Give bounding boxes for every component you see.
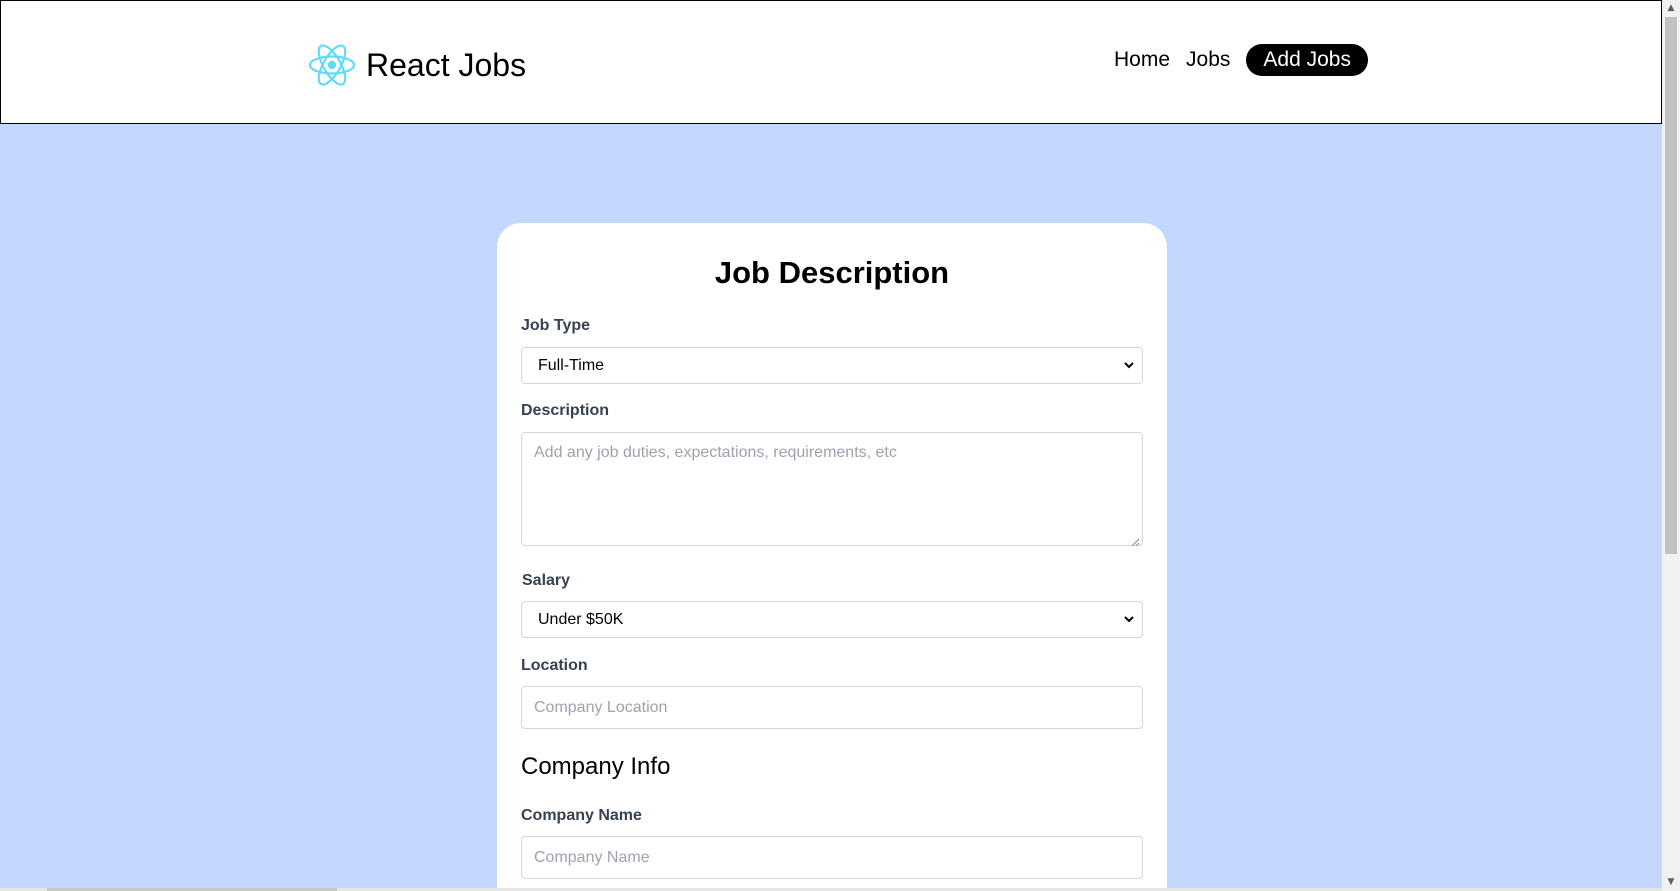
company-info-heading: Company Info: [521, 753, 671, 780]
brand-name: React Jobs: [366, 47, 527, 83]
chevron-down-icon: [1122, 348, 1136, 383]
description-label: Description: [521, 402, 610, 419]
company-name-input[interactable]: Company Name: [521, 836, 1143, 879]
description-placeholder: Add any job duties, expectations, requir…: [534, 444, 897, 461]
job-type-value: Full-Time: [538, 357, 605, 374]
job-type-label: Job Type: [521, 317, 591, 334]
brand-link[interactable]: React Jobs: [308, 41, 526, 89]
vertical-scrollbar[interactable]: ▲ ▼: [1662, 0, 1680, 891]
company-name-placeholder: Company Name: [534, 849, 650, 866]
nav-home-link[interactable]: Home: [1114, 44, 1170, 76]
nav-jobs-link[interactable]: Jobs: [1186, 44, 1230, 76]
scroll-up-arrow-icon[interactable]: ▲: [1662, 0, 1680, 17]
description-textarea[interactable]: Add any job duties, expectations, requir…: [521, 432, 1143, 547]
page: React Jobs Home Jobs Add Jobs Job Descri…: [0, 0, 1680, 891]
location-placeholder: Company Location: [534, 699, 668, 716]
company-name-label: Company Name: [521, 807, 642, 824]
location-label: Location: [521, 657, 588, 674]
main-nav: Home Jobs Add Jobs: [1114, 44, 1368, 76]
resize-grip-icon[interactable]: [1131, 534, 1140, 547]
form-title: Job Description: [714, 255, 950, 290]
salary-value: Under $50K: [538, 611, 624, 628]
salary-label: Salary: [522, 572, 571, 589]
job-type-select[interactable]: Full-Time: [521, 347, 1143, 384]
scroll-down-arrow-icon[interactable]: ▼: [1662, 874, 1680, 891]
location-input[interactable]: Company Location: [521, 686, 1143, 729]
job-form-card: Job Description Job Type Full-Time Descr…: [497, 223, 1167, 891]
vertical-scroll-thumb[interactable]: [1665, 17, 1677, 554]
chevron-down-icon: [1122, 602, 1136, 637]
navbar: React Jobs Home Jobs Add Jobs: [0, 0, 1662, 124]
nav-add-jobs-link[interactable]: Add Jobs: [1246, 44, 1368, 76]
react-logo-icon: [308, 41, 356, 89]
salary-select[interactable]: Under $50K: [521, 601, 1143, 638]
